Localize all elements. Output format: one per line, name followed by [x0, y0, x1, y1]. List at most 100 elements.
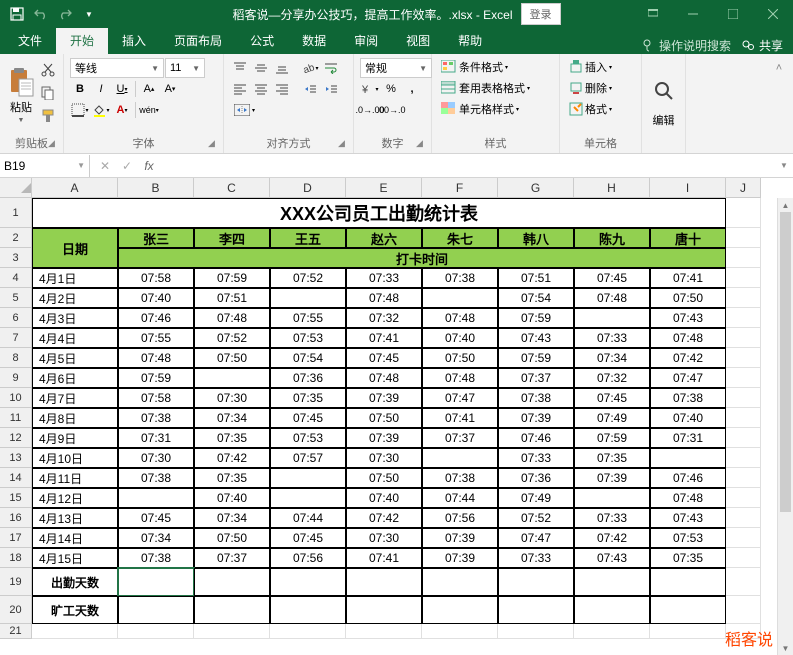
cell[interactable]: 07:39 — [346, 388, 422, 408]
cell[interactable]: 07:47 — [498, 528, 574, 548]
cell[interactable]: 4月3日 — [32, 308, 118, 328]
cell[interactable]: 07:38 — [118, 408, 194, 428]
cell[interactable]: 赵六 — [346, 228, 422, 248]
cell[interactable]: 07:38 — [650, 388, 726, 408]
cell[interactable]: 4月9日 — [32, 428, 118, 448]
cell[interactable]: 韩八 — [498, 228, 574, 248]
cell[interactable]: 4月14日 — [32, 528, 118, 548]
cell[interactable]: 日期 — [32, 228, 118, 268]
cell[interactable]: 07:45 — [118, 508, 194, 528]
cell[interactable] — [726, 198, 761, 228]
cell[interactable]: 张三 — [118, 228, 194, 248]
cell[interactable] — [346, 596, 422, 624]
cell[interactable]: 4月2日 — [32, 288, 118, 308]
col-header-F[interactable]: F — [422, 178, 498, 198]
cell[interactable] — [32, 624, 118, 639]
cell[interactable]: 07:43 — [498, 328, 574, 348]
cell[interactable]: 07:36 — [270, 368, 346, 388]
orientation-button[interactable]: ab▾ — [300, 58, 320, 78]
cell[interactable] — [270, 596, 346, 624]
cell[interactable] — [726, 348, 761, 368]
cell[interactable]: 07:33 — [498, 548, 574, 568]
cell[interactable]: 07:35 — [650, 548, 726, 568]
cell[interactable] — [574, 488, 650, 508]
row-header-19[interactable]: 19 — [0, 568, 32, 596]
cell[interactable] — [650, 596, 726, 624]
cell[interactable]: 07:38 — [498, 388, 574, 408]
cell[interactable] — [498, 568, 574, 596]
cell[interactable]: 07:51 — [194, 288, 270, 308]
comma-button[interactable]: , — [402, 79, 422, 99]
editing-button[interactable]: 编辑 — [648, 58, 679, 149]
cell[interactable]: 07:53 — [270, 428, 346, 448]
cell[interactable] — [118, 568, 194, 596]
cell[interactable]: 07:41 — [422, 408, 498, 428]
cell[interactable] — [118, 488, 194, 508]
row-header-21[interactable]: 21 — [0, 624, 32, 639]
column-headers[interactable]: ABCDEFGHIJ — [32, 178, 761, 198]
row-header-13[interactable]: 13 — [0, 448, 32, 468]
select-all-corner[interactable] — [0, 178, 32, 198]
cell[interactable] — [726, 328, 761, 348]
expand-formula-bar[interactable]: ▼ — [775, 161, 793, 170]
cell[interactable]: 07:35 — [194, 428, 270, 448]
cancel-formula-button[interactable]: ✕ — [96, 159, 114, 173]
cell[interactable]: 07:39 — [574, 468, 650, 488]
cell[interactable] — [574, 624, 650, 639]
cell[interactable]: 07:39 — [422, 528, 498, 548]
cell[interactable]: 07:45 — [574, 268, 650, 288]
cell[interactable]: 07:47 — [422, 388, 498, 408]
clipboard-launcher[interactable]: ◢ — [48, 138, 60, 150]
cell[interactable] — [270, 488, 346, 508]
cell[interactable] — [726, 228, 761, 248]
align-left-button[interactable] — [230, 79, 250, 99]
align-right-button[interactable] — [272, 79, 292, 99]
cell[interactable]: 朱七 — [422, 228, 498, 248]
cell[interactable]: 07:52 — [498, 508, 574, 528]
col-header-I[interactable]: I — [650, 178, 726, 198]
cell[interactable]: 旷工天数 — [32, 596, 118, 624]
cell[interactable] — [650, 568, 726, 596]
cell[interactable]: 07:30 — [118, 448, 194, 468]
cell[interactable]: 07:31 — [118, 428, 194, 448]
cell[interactable] — [270, 288, 346, 308]
worksheet-grid[interactable]: ABCDEFGHIJ 12345678910111213141516171819… — [0, 178, 793, 655]
cell[interactable]: 07:37 — [498, 368, 574, 388]
number-format-combo[interactable]: 常规▼ — [360, 58, 432, 78]
fill-color-button[interactable]: ▾ — [91, 100, 111, 120]
cell[interactable]: 07:48 — [346, 288, 422, 308]
cell[interactable]: 07:37 — [194, 548, 270, 568]
cell[interactable]: 07:30 — [346, 528, 422, 548]
cell[interactable] — [422, 596, 498, 624]
cell[interactable]: 4月5日 — [32, 348, 118, 368]
cell[interactable]: 07:48 — [422, 368, 498, 388]
cell[interactable]: 07:45 — [270, 528, 346, 548]
cell[interactable] — [194, 596, 270, 624]
tab-formulas[interactable]: 公式 — [236, 27, 288, 54]
col-header-B[interactable]: B — [118, 178, 194, 198]
accounting-format-button[interactable]: ¥▾ — [360, 79, 380, 99]
underline-button[interactable]: U▾ — [112, 79, 132, 99]
insert-cells-button[interactable]: 插入▾ — [566, 58, 635, 76]
cell[interactable]: 07:33 — [574, 508, 650, 528]
font-color-button[interactable]: A▾ — [112, 100, 132, 120]
tab-review[interactable]: 审阅 — [340, 27, 392, 54]
cell[interactable]: 4月12日 — [32, 488, 118, 508]
phonetic-button[interactable]: wén▾ — [139, 100, 159, 120]
cell[interactable]: 07:39 — [498, 408, 574, 428]
format-painter-button[interactable] — [38, 106, 58, 126]
cell[interactable]: 07:40 — [194, 488, 270, 508]
cell[interactable]: 07:45 — [270, 408, 346, 428]
cell[interactable] — [726, 428, 761, 448]
cell[interactable]: 4月10日 — [32, 448, 118, 468]
cell[interactable]: 4月7日 — [32, 388, 118, 408]
fx-button[interactable]: fx — [140, 159, 158, 173]
row-header-4[interactable]: 4 — [0, 268, 32, 288]
save-button[interactable] — [6, 3, 28, 25]
cell[interactable]: 07:50 — [346, 408, 422, 428]
tab-help[interactable]: 帮助 — [444, 27, 496, 54]
cell[interactable]: 07:59 — [498, 348, 574, 368]
cell[interactable] — [574, 596, 650, 624]
col-header-E[interactable]: E — [346, 178, 422, 198]
row-header-12[interactable]: 12 — [0, 428, 32, 448]
